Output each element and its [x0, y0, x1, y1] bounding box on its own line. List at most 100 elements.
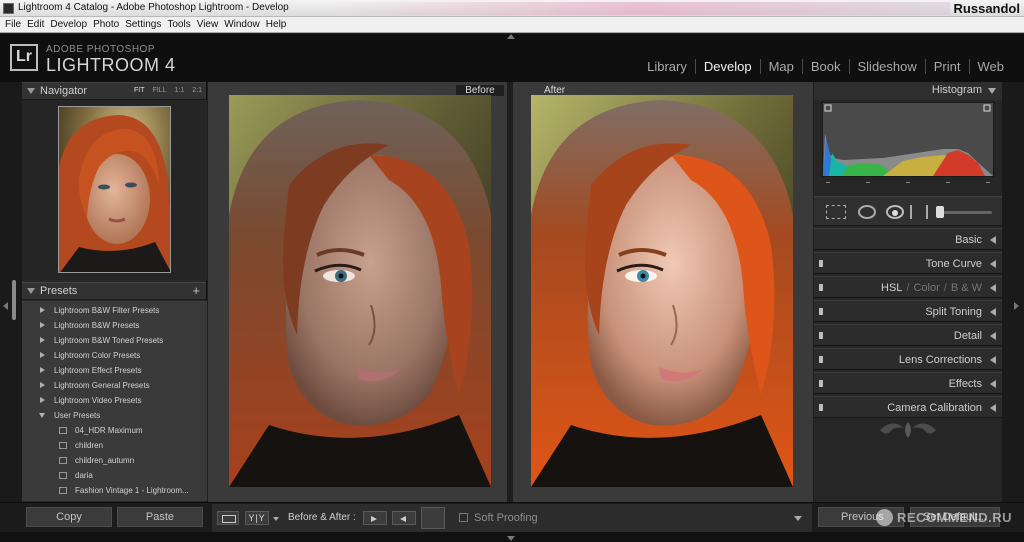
red-eye-icon[interactable] — [886, 205, 904, 219]
module-slideshow[interactable]: Slideshow — [848, 59, 925, 74]
panel-switch-icon[interactable] — [819, 284, 823, 291]
histogram-ticks — [822, 178, 994, 186]
zoom-2-1[interactable]: 2:1 — [192, 87, 202, 94]
navigator-thumbnail[interactable] — [58, 106, 171, 273]
folder-collapsed-icon — [40, 307, 45, 313]
zoom-fit[interactable]: FIT — [134, 87, 145, 94]
preset-folder[interactable]: Lightroom Color Presets — [22, 348, 207, 363]
menu-photo[interactable]: Photo — [92, 17, 124, 32]
menu-tools[interactable]: Tools — [166, 17, 195, 32]
camera-calibration-panel-header[interactable]: Camera Calibration — [814, 396, 1002, 418]
preset-folder[interactable]: Lightroom B&W Toned Presets — [22, 333, 207, 348]
module-picker: Library Develop Map Book Slideshow Print… — [639, 59, 1012, 74]
menu-help[interactable]: Help — [265, 17, 292, 32]
preset-folder[interactable]: Lightroom Effect Presets — [22, 363, 207, 378]
highlight-clipping-icon[interactable] — [983, 104, 991, 112]
before-after-view-button[interactable]: Y|Y — [245, 511, 269, 525]
copy-before-to-after-icon[interactable] — [363, 511, 387, 525]
panel-switch-icon[interactable] — [819, 380, 823, 387]
disclosure-triangle-icon — [988, 88, 996, 94]
filmstrip-toggle-icon[interactable] — [507, 536, 515, 541]
lens-corrections-panel-header[interactable]: Lens Corrections — [814, 348, 1002, 370]
adjustment-brush-icon[interactable] — [936, 206, 992, 218]
collapsed-triangle-icon — [990, 236, 996, 244]
preset-folder[interactable]: Lightroom B&W Filter Presets — [22, 303, 207, 318]
module-map[interactable]: Map — [759, 59, 802, 74]
module-web[interactable]: Web — [968, 59, 1013, 74]
copy-button[interactable]: Copy — [26, 507, 112, 527]
split-toning-panel-header[interactable]: Split Toning — [814, 300, 1002, 322]
right-panel: Histogram Basic Tone Curve HSL / Color /… — [814, 82, 1002, 502]
add-preset-button[interactable]: + — [192, 283, 200, 298]
shadow-clipping-icon[interactable] — [824, 104, 832, 112]
title-bar-blur — [330, 2, 950, 15]
preset-folder[interactable]: Lightroom Video Presets — [22, 393, 207, 408]
spot-removal-icon[interactable] — [858, 205, 876, 219]
folder-collapsed-icon — [40, 322, 45, 328]
histogram-header[interactable]: Histogram — [814, 82, 1002, 100]
folder-collapsed-icon — [40, 337, 45, 343]
user-preset-item[interactable]: children_autumn — [22, 453, 207, 468]
hsl-tabs: HSL / Color / B & W — [881, 282, 982, 294]
preset-folder-user[interactable]: User Presets — [22, 408, 207, 423]
swap-before-after-icon[interactable] — [421, 507, 445, 529]
menu-view[interactable]: View — [196, 17, 224, 32]
portrait-after-image — [531, 95, 793, 487]
copy-after-to-before-icon[interactable] — [392, 511, 416, 525]
preset-folder[interactable]: Lightroom B&W Presets — [22, 318, 207, 333]
watermark-logo-icon — [876, 509, 893, 526]
panel-switch-icon[interactable] — [819, 260, 823, 267]
after-photo[interactable] — [531, 95, 793, 487]
menu-window[interactable]: Window — [223, 17, 265, 32]
split-toning-title: Split Toning — [925, 306, 982, 318]
presets-header[interactable]: Presets + — [22, 282, 206, 300]
compare-divider — [507, 82, 513, 502]
folder-collapsed-icon — [40, 382, 45, 388]
module-library[interactable]: Library — [639, 59, 695, 74]
module-develop[interactable]: Develop — [694, 59, 760, 74]
basic-panel-header[interactable]: Basic — [814, 228, 1002, 250]
module-print[interactable]: Print — [924, 59, 969, 74]
crop-overlay-icon[interactable] — [826, 205, 846, 219]
detail-panel-header[interactable]: Detail — [814, 324, 1002, 346]
folder-expanded-icon — [39, 413, 45, 418]
view-mode-dropdown-icon[interactable] — [273, 517, 279, 521]
user-preset-item[interactable]: daria — [22, 468, 207, 483]
loupe-view-icon[interactable] — [217, 511, 239, 525]
menu-develop[interactable]: Develop — [49, 17, 92, 32]
tab-hsl[interactable]: HSL — [881, 282, 902, 294]
preset-folder[interactable]: Lightroom General Presets — [22, 378, 207, 393]
hsl-panel-header[interactable]: HSL / Color / B & W — [814, 276, 1002, 298]
navigator-header[interactable]: Navigator FIT FILL 1:1 2:1 — [22, 82, 206, 100]
top-panel-toggle-icon[interactable] — [507, 34, 515, 39]
user-preset-item[interactable]: children — [22, 438, 207, 453]
panel-switch-icon[interactable] — [819, 356, 823, 363]
panel-switch-icon[interactable] — [819, 404, 823, 411]
tab-color[interactable]: Color — [913, 282, 939, 294]
menu-edit[interactable]: Edit — [26, 17, 49, 32]
panel-switch-icon[interactable] — [819, 332, 823, 339]
effects-panel-header[interactable]: Effects — [814, 372, 1002, 394]
menu-settings[interactable]: Settings — [124, 17, 166, 32]
user-preset-item[interactable]: Fashion Vintage 1 - Lightroom... — [22, 483, 207, 498]
graduated-filter-icon[interactable] — [910, 205, 928, 219]
before-photo[interactable] — [229, 95, 491, 487]
tone-curve-panel-header[interactable]: Tone Curve — [814, 252, 1002, 274]
user-preset-item[interactable]: 04_HDR Maximum — [22, 423, 207, 438]
panel-switch-icon[interactable] — [819, 308, 823, 315]
module-book[interactable]: Book — [801, 59, 849, 74]
right-panel-toggle-icon[interactable] — [1014, 302, 1019, 310]
lightroom-app-icon — [3, 3, 14, 14]
soft-proofing-checkbox[interactable] — [459, 513, 468, 522]
left-panel-scrollbar[interactable] — [12, 280, 16, 320]
histogram-title: Histogram — [931, 84, 982, 96]
tab-bw[interactable]: B & W — [951, 282, 982, 294]
left-panel-toggle-icon[interactable] — [3, 302, 8, 310]
basic-title: Basic — [955, 234, 982, 246]
zoom-fill[interactable]: FILL — [153, 87, 167, 94]
menu-bar: File Edit Develop Photo Settings Tools V… — [0, 17, 1024, 33]
toolbar-content-dropdown-icon[interactable] — [794, 516, 802, 521]
zoom-1-1[interactable]: 1:1 — [175, 87, 185, 94]
menu-file[interactable]: File — [4, 17, 26, 32]
paste-button[interactable]: Paste — [117, 507, 203, 527]
